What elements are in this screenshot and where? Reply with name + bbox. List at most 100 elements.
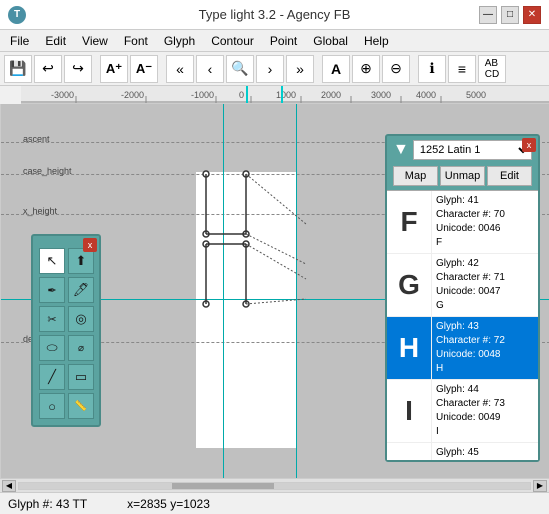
ruler-top: -3000 -2000 -1000 0 1000 2000 3000 4000 — [21, 86, 549, 104]
map-button[interactable]: Map — [393, 166, 438, 186]
svg-text:3000: 3000 — [371, 90, 391, 100]
menu-font[interactable]: Font — [116, 32, 156, 50]
scroll-right-button[interactable]: ▶ — [533, 480, 547, 492]
skip-end-button[interactable]: » — [286, 55, 314, 83]
menu-help[interactable]: Help — [356, 32, 397, 50]
menu-contour[interactable]: Contour — [203, 32, 262, 50]
char-panel: x ▼ 1252 Latin 1 Map Unmap Edit F — [385, 134, 540, 462]
svg-text:1000: 1000 — [276, 90, 296, 100]
menu-global[interactable]: Global — [305, 32, 356, 50]
menu-edit[interactable]: Edit — [37, 32, 74, 50]
char-info-G: Glyph: 42 Character #: 71 Unicode: 0047 … — [432, 254, 538, 316]
canvas-area[interactable]: ascent case_height x_height descent — [1, 104, 549, 478]
tool-select[interactable]: ↖ — [39, 248, 65, 274]
svg-text:5000: 5000 — [466, 90, 486, 100]
char-item-J[interactable]: I Glyph: 45 Character #: 74 Unicode: 004… — [387, 443, 538, 460]
char-info-F: Glyph: 41 Character #: 70 Unicode: 0046 … — [432, 191, 538, 253]
tool-pen[interactable]: ✒ — [39, 277, 65, 303]
tool-freehand[interactable]: 🖊 — [68, 277, 94, 303]
char-info-I: Glyph: 44 Character #: 73 Unicode: 0049 … — [432, 380, 538, 442]
char-preview-I: I — [387, 380, 432, 442]
menu-view[interactable]: View — [74, 32, 116, 50]
svg-text:4000: 4000 — [416, 90, 436, 100]
char-preview-H: H — [387, 317, 432, 379]
x-height-label: x_height — [23, 206, 57, 216]
svg-text:-1000: -1000 — [191, 90, 214, 100]
title-bar: T Type light 3.2 - Agency FB — □ ✕ — [0, 0, 549, 30]
toolbox-close-button[interactable]: x — [83, 238, 97, 252]
tool-measure[interactable]: 📏 — [68, 393, 94, 419]
tool-ellipse[interactable]: ⬭ — [39, 335, 65, 361]
select-button[interactable]: A — [322, 55, 350, 83]
decrease-size-button[interactable]: A⁻ — [130, 55, 158, 83]
char-panel-close-button[interactable]: x — [522, 138, 536, 152]
title-text: Type light 3.2 - Agency FB — [199, 7, 351, 22]
char-char-num: Character #: 70 — [436, 208, 534, 222]
zoom-in-button[interactable]: ⊕ — [352, 55, 380, 83]
char-info-H: Glyph: 43 Character #: 72 Unicode: 0048 … — [432, 317, 538, 379]
char-glyph-num: Glyph: 42 — [436, 257, 534, 271]
char-info-J: Glyph: 45 Character #: 74 Unicode: 004A … — [432, 443, 538, 460]
ascent-label: ascent — [23, 134, 50, 144]
scroll-track[interactable] — [18, 482, 531, 490]
char-label: H — [436, 362, 534, 376]
prev-button[interactable]: ‹ — [196, 55, 224, 83]
glyph-outline — [196, 169, 316, 314]
char-panel-expand-icon[interactable]: ▼ — [393, 141, 409, 159]
menu-file[interactable]: File — [2, 32, 37, 50]
char-label: F — [436, 236, 534, 250]
toolbar: 💾 ↩ ↪ A⁺ A⁻ « ‹ 🔍 › » A ⊕ ⊖ ℹ ≡ ABCD — [0, 52, 549, 86]
ruler-top-svg: -3000 -2000 -1000 0 1000 2000 3000 4000 — [21, 86, 549, 104]
svg-text:-3000: -3000 — [51, 90, 74, 100]
coords-info: x=2835 y=1023 — [127, 497, 210, 511]
char-item-H[interactable]: H Glyph: 43 Character #: 72 Unicode: 004… — [387, 317, 538, 380]
char-item-I[interactable]: I Glyph: 44 Character #: 73 Unicode: 004… — [387, 380, 538, 443]
tool-oval[interactable]: ○ — [39, 393, 65, 419]
preview-button[interactable]: ABCD — [478, 55, 506, 83]
tool-line[interactable]: ╱ — [39, 364, 65, 390]
maximize-button[interactable]: □ — [501, 6, 519, 24]
char-panel-dropdown[interactable]: 1252 Latin 1 — [413, 140, 532, 160]
minimize-button[interactable]: — — [479, 6, 497, 24]
close-button[interactable]: ✕ — [523, 6, 541, 24]
undo-button[interactable]: ↩ — [34, 55, 62, 83]
tool-rect[interactable]: ▭ — [68, 364, 94, 390]
char-preview-F: F — [387, 191, 432, 253]
char-panel-header: ▼ 1252 Latin 1 — [387, 136, 538, 164]
increase-size-button[interactable]: A⁺ — [100, 55, 128, 83]
menu-glyph[interactable]: Glyph — [156, 32, 203, 50]
zoom-out-button[interactable]: ⊖ — [382, 55, 410, 83]
svg-text:-2000: -2000 — [121, 90, 144, 100]
case-height-label: case_height — [23, 166, 72, 176]
char-panel-buttons: Map Unmap Edit — [387, 164, 538, 190]
char-unicode: Unicode: 0049 — [436, 411, 534, 425]
info-button[interactable]: ℹ — [418, 55, 446, 83]
menu-point[interactable]: Point — [262, 32, 305, 50]
search-button[interactable]: 🔍 — [226, 55, 254, 83]
char-char-num: Character #: 72 — [436, 334, 534, 348]
save-button[interactable]: 💾 — [4, 55, 32, 83]
scroll-left-button[interactable]: ◀ — [2, 480, 16, 492]
glyph-info: Glyph #: 43 TT — [8, 497, 87, 511]
char-item-F[interactable]: F Glyph: 41 Character #: 70 Unicode: 004… — [387, 191, 538, 254]
skip-start-button[interactable]: « — [166, 55, 194, 83]
toolbox-panel: x ↖ ⬆ ✒ 🖊 ✂ ◎ ⬭ ⌀ ╱ ▭ ○ 📏 — [31, 234, 101, 427]
scroll-thumb[interactable] — [172, 483, 274, 489]
char-list: F Glyph: 41 Character #: 70 Unicode: 004… — [387, 190, 538, 460]
tool-scissors[interactable]: ✂ — [39, 306, 65, 332]
svg-text:2000: 2000 — [321, 90, 341, 100]
tool-ellipse2[interactable]: ⌀ — [68, 335, 94, 361]
edit-button[interactable]: Edit — [487, 166, 532, 186]
status-bar: Glyph #: 43 TT x=2835 y=1023 — [0, 492, 549, 514]
properties-button[interactable]: ≡ — [448, 55, 476, 83]
unmap-button[interactable]: Unmap — [440, 166, 485, 186]
next-button[interactable]: › — [256, 55, 284, 83]
svg-text:0: 0 — [239, 90, 244, 100]
char-glyph-num: Glyph: 41 — [436, 194, 534, 208]
char-unicode: Unicode: 0046 — [436, 222, 534, 236]
char-item-G[interactable]: G Glyph: 42 Character #: 71 Unicode: 004… — [387, 254, 538, 317]
char-preview-J: I — [387, 443, 432, 460]
redo-button[interactable]: ↪ — [64, 55, 92, 83]
tool-circle-sel[interactable]: ◎ — [68, 306, 94, 332]
char-glyph-num: Glyph: 43 — [436, 320, 534, 334]
